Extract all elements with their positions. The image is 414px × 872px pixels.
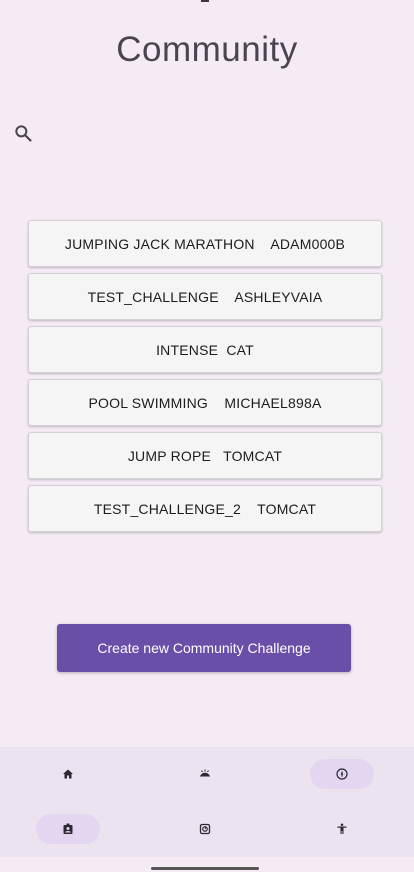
challenge-item[interactable]: TEST_CHALLENGE_2 TOMCAT [28,485,382,532]
nav-accessibility[interactable] [310,814,374,844]
challenge-item[interactable]: JUMP ROPE TOMCAT [28,432,382,479]
contact-badge-icon [62,823,74,835]
create-community-challenge-button[interactable]: Create new Community Challenge [57,624,351,672]
search-icon [13,123,33,143]
home-gesture-bar[interactable] [151,867,259,870]
challenge-item[interactable]: POOL SWIMMING MICHAEL898A [28,379,382,426]
accessibility-icon [336,823,348,835]
nav-workout[interactable] [173,759,237,789]
challenge-item[interactable]: INTENSE CAT [28,326,382,373]
compass-icon [336,768,348,780]
home-icon [62,768,74,780]
nav-community[interactable] [36,814,100,844]
nav-explore[interactable] [310,759,374,789]
search-button[interactable] [10,120,36,146]
workout-icon [199,768,211,780]
challenge-item[interactable]: JUMPING JACK MARATHON ADAM000B [28,220,382,267]
status-indicator [201,0,209,2]
nav-progress[interactable] [173,814,237,844]
challenge-list: JUMPING JACK MARATHON ADAM000B TEST_CHAL… [28,220,382,538]
challenge-item[interactable]: TEST_CHALLENGE ASHLEYVAIA [28,273,382,320]
nav-home[interactable] [36,759,100,789]
page-title: Community [116,30,298,69]
bottom-navigation [0,747,414,857]
scale-icon [199,823,211,835]
